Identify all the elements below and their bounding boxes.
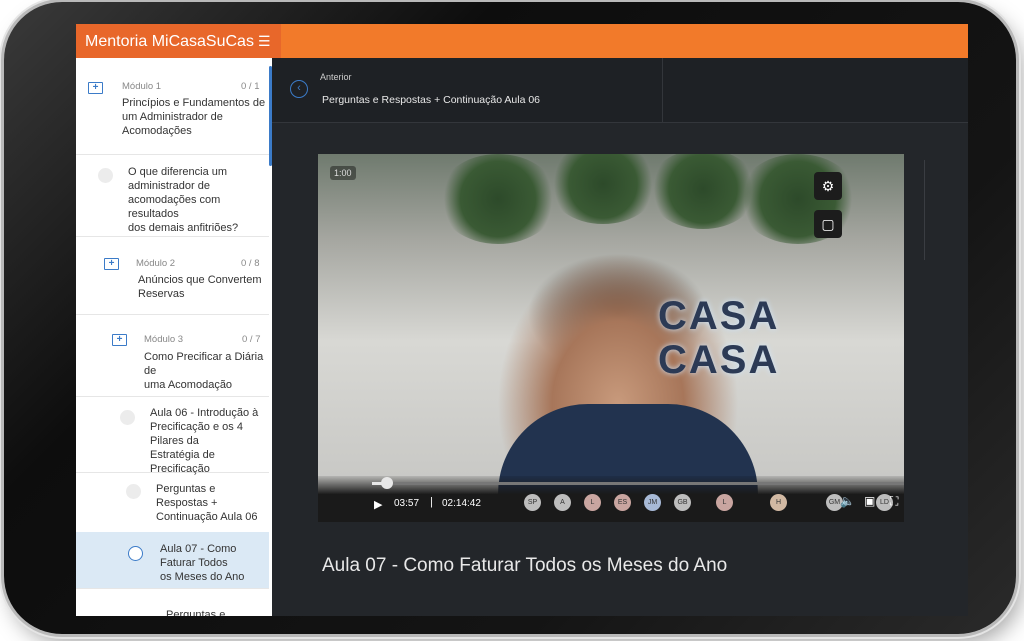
lesson-heading: Aula 07 - Como Faturar Todos os Meses do… (322, 555, 728, 576)
module-title: Como Precificar a Diária de uma Acomodaç… (144, 350, 269, 392)
lesson-title: Perguntas e Respostas Aula 07 (166, 608, 269, 616)
lesson-title: O que diferencia um administrador de aco… (128, 165, 269, 235)
viewer-avatar[interactable]: ES (614, 494, 631, 511)
comment-icon[interactable]: ▢ (814, 210, 842, 238)
video-player[interactable]: CASA CASA 1:00 ⚙ ▢ ▶ 03:57 | 02:14:42 SP… (318, 154, 904, 522)
top-bar: Mentoria MiCasaSuCas ☰ (76, 24, 968, 58)
play-icon[interactable]: ▶ (374, 498, 382, 511)
previous-label[interactable]: Anterior (320, 72, 352, 82)
module-number: Módulo 3 (144, 334, 184, 345)
module-title-line: Princípios e Fundamentos de (122, 97, 266, 109)
module-title-line: Anúncios que Convertem (138, 274, 262, 286)
lesson-title-line: os Meses do Ano (160, 571, 245, 583)
chevron-left-icon[interactable]: ‹ (290, 80, 308, 98)
viewer-avatar[interactable]: A (554, 494, 571, 511)
module-title-line: uma Acomodação (144, 379, 233, 391)
lesson-status-circle (126, 484, 141, 499)
sidebar-module-1[interactable]: + Módulo 1 0 / 1 Princípios e Fundamento… (76, 58, 269, 155)
lesson-status-circle (98, 168, 113, 183)
wall-logo: CASA CASA (658, 294, 779, 382)
sidebar-lesson[interactable]: O que diferencia um administrador de aco… (76, 154, 269, 237)
viewer-avatar[interactable]: JM (644, 494, 661, 511)
folder-plus-icon: + (112, 334, 127, 346)
video-badge: 1:00 (330, 166, 356, 180)
main-content: ‹ Anterior Perguntas e Respostas + Conti… (272, 58, 968, 616)
module-progress-count: 0 / 7 (242, 334, 261, 345)
module-number: Módulo 2 (136, 258, 176, 269)
sidebar-lesson[interactable]: Perguntas e Respostas + Continuação Aula… (76, 472, 269, 533)
module-progress-count: 0 / 1 (241, 81, 260, 92)
module-title: Anúncios que Convertem Reservas (138, 273, 262, 301)
brand-title[interactable]: Mentoria MiCasaSuCas ☰ (76, 24, 281, 58)
pip-icon[interactable]: ▣ (864, 494, 875, 508)
module-number: Módulo 1 (122, 81, 162, 92)
plant-decoration (438, 154, 558, 244)
nav-divider (662, 58, 663, 122)
lesson-title: Aula 07 - Como Faturar Todos os Meses do… (160, 542, 269, 584)
lesson-title-line: Perguntas e Respostas Aula 07 (166, 609, 226, 616)
folder-plus-icon: + (88, 82, 103, 94)
viewer-avatar[interactable]: GB (674, 494, 691, 511)
lesson-title-line: Aula 06 - Introdução à (150, 407, 259, 419)
lesson-title: Perguntas e Respostas + Continuação Aula… (156, 482, 269, 524)
side-panel-edge (924, 160, 968, 260)
lesson-title: Aula 06 - Introdução à Precificação e os… (150, 406, 269, 476)
current-time: 03:57 (394, 498, 420, 509)
hamburger-icon[interactable]: ☰ (258, 33, 271, 49)
viewer-avatar[interactable]: L (716, 494, 733, 511)
previous-lesson-link[interactable]: Perguntas e Respostas + Continuação Aula… (322, 94, 540, 106)
wall-logo-line: CASA (658, 338, 780, 382)
time-separator: | (430, 496, 433, 508)
lesson-title-line: dos demais anfitriões? (128, 222, 239, 234)
module-title-line: Reservas (138, 288, 185, 300)
lesson-title-line: O que diferencia um (128, 166, 228, 178)
sidebar-module-3[interactable]: + Módulo 3 0 / 7 Como Precificar a Diári… (76, 314, 269, 397)
sidebar-module-2[interactable]: + Módulo 2 0 / 8 Anúncios que Convertem … (76, 236, 269, 315)
module-title-line: Acomodações (122, 125, 192, 137)
viewer-avatar[interactable]: L (584, 494, 601, 511)
lesson-status-circle (128, 546, 143, 561)
viewer-avatar[interactable]: H (770, 494, 787, 511)
progress-handle[interactable] (381, 477, 393, 489)
lesson-title-line: administrador de (128, 180, 210, 192)
module-progress-count: 0 / 8 (241, 258, 260, 269)
module-title: Princípios e Fundamentos de um Administr… (122, 96, 265, 138)
module-title-line: um Administrador de (122, 111, 223, 123)
module-title-line: Como Precificar a Diária de (144, 351, 264, 377)
sidebar-lesson[interactable]: Aula 06 - Introdução à Precificação e os… (76, 396, 269, 476)
lesson-status-circle (120, 410, 135, 425)
folder-plus-icon: + (104, 258, 119, 270)
viewer-avatar[interactable]: SP (524, 494, 541, 511)
lesson-title-line: Aula 07 - Como Faturar Todos (160, 543, 237, 569)
plant-decoration (548, 154, 658, 224)
total-time: 02:14:42 (442, 498, 481, 509)
progress-track[interactable] (372, 482, 904, 485)
lesson-navigation: ‹ Anterior Perguntas e Respostas + Conti… (272, 58, 968, 123)
video-controls: ▶ 03:57 | 02:14:42 SP A L ES JM GB L H G… (318, 476, 904, 522)
lesson-title-line: Precificação e os 4 Pilares da (150, 421, 243, 447)
fullscreen-icon[interactable]: ⛶ (890, 494, 898, 509)
lesson-title-line: acomodações com resultados (128, 194, 221, 220)
video-frame: CASA CASA (318, 154, 904, 504)
lesson-title-line: Continuação Aula 06 (156, 511, 258, 523)
volume-icon[interactable]: 🔈 (840, 494, 855, 508)
sidebar-lesson[interactable]: Perguntas e Respostas Aula 07 (76, 588, 269, 616)
wall-logo-line: CASA (658, 294, 780, 338)
gear-icon[interactable]: ⚙ (814, 172, 842, 200)
lesson-title-line: Perguntas e Respostas + (156, 483, 218, 509)
screen: Mentoria MiCasaSuCas ☰ + Módulo 1 0 / 1 P… (76, 24, 968, 616)
brand-label: Mentoria MiCasaSuCas (85, 33, 254, 50)
course-sidebar: + Módulo 1 0 / 1 Princípios e Fundamento… (76, 58, 272, 616)
sidebar-lesson-active[interactable]: Aula 07 - Como Faturar Todos os Meses do… (76, 532, 269, 589)
tablet-frame: Mentoria MiCasaSuCas ☰ + Módulo 1 0 / 1 P… (4, 2, 1016, 634)
